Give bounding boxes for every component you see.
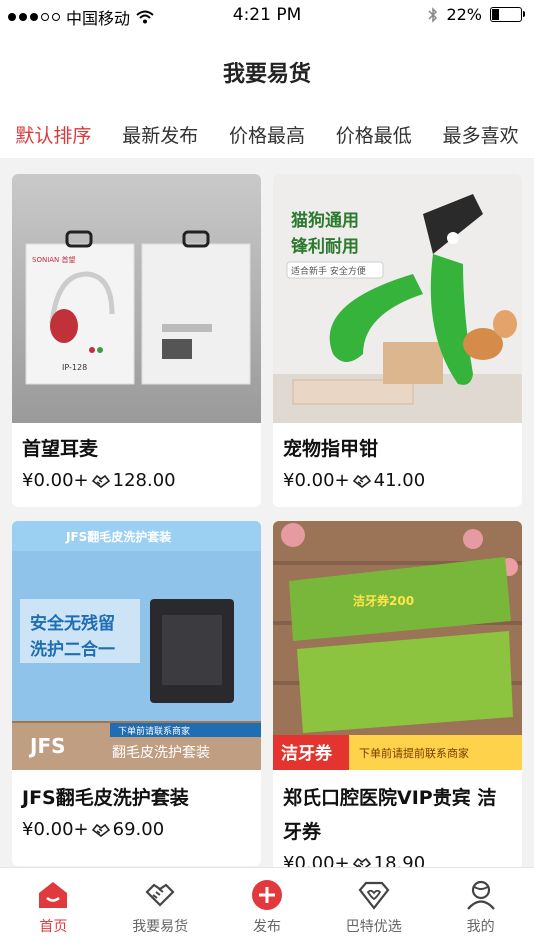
price-value: ¥0.00+: [283, 470, 350, 491]
barter-handshake-icon: [91, 823, 110, 837]
care-kit-subtitle: 翻毛皮洗护套装: [112, 745, 210, 761]
tab-barter-label: 我要易货: [132, 919, 189, 935]
product-price: ¥0.00+ 69.00: [22, 819, 164, 840]
tab-featured[interactable]: 巴特优选: [320, 868, 427, 950]
clipper-tag: 适合新手 安全方便: [291, 265, 366, 277]
barter-handshake-icon: [91, 474, 110, 488]
product-title[interactable]: 宠物指甲钳: [283, 432, 514, 466]
barter-price-value: 69.00: [112, 819, 165, 840]
headset-brand-text: SONIAN 首望: [32, 255, 76, 264]
product-title[interactable]: JFS翻毛皮洗护套装: [22, 781, 253, 815]
coupon-value-text: 洁牙券200: [353, 593, 414, 608]
tab-profile[interactable]: 我的: [427, 868, 534, 950]
product-card[interactable]: SONIAN 首望 IP-128 首望耳麦 ¥0.00+ 128.00: [12, 174, 261, 507]
sort-tab-price-high[interactable]: 价格最高: [229, 121, 305, 148]
sort-tab-price-low[interactable]: 价格最低: [336, 121, 412, 148]
bluetooth-icon: [428, 6, 438, 23]
clipper-headline-1: 猫狗通用: [291, 210, 359, 231]
coupon-ribbon-text: 下单前请提前联系商家: [359, 746, 469, 760]
care-kit-banner: JFS翻毛皮洗护套装: [65, 529, 171, 544]
product-title[interactable]: 郑氏口腔医院VIP贵宾 洁牙券: [283, 781, 514, 849]
tab-barter[interactable]: 我要易货: [107, 868, 214, 950]
bottom-tab-bar: 首页 我要易货 发布 巴特优选 我的: [0, 867, 534, 950]
care-kit-line-1: 安全无残留: [30, 613, 115, 634]
product-image-nail-clipper: 猫狗通用 锋利耐用 适合新手 安全方便: [273, 174, 522, 423]
care-kit-logo: JFS: [28, 734, 66, 758]
product-card[interactable]: 洁牙券200 洁牙券 下单前请提前联系商家 郑氏口腔医院VIP贵宾 洁牙券 ¥0…: [273, 521, 522, 881]
page-title: 我要易货: [222, 62, 311, 87]
user-icon: [466, 880, 495, 910]
product-card[interactable]: 猫狗通用 锋利耐用 适合新手 安全方便 宠物指甲钳 ¥0.00+ 41.00: [273, 174, 522, 507]
sort-tabs: 默认排序 最新发布 价格最高 价格最低 最多喜欢: [0, 110, 534, 158]
tab-publish[interactable]: 发布: [214, 868, 321, 950]
home-icon: [39, 882, 68, 908]
barter-handshake-icon: [352, 474, 371, 488]
sort-tab-newest[interactable]: 最新发布: [122, 121, 198, 148]
battery-percent: 22%: [446, 5, 482, 24]
navigation-bar: 我要易货: [0, 30, 534, 110]
product-image-dental-coupon: 洁牙券200 洁牙券 下单前请提前联系商家: [273, 521, 522, 770]
barter-price-value: 128.00: [112, 470, 176, 491]
heart-gem-icon: [358, 881, 390, 910]
product-image-headset: SONIAN 首望 IP-128: [12, 174, 261, 423]
product-title[interactable]: 首望耳麦: [22, 432, 253, 466]
price-value: ¥0.00+: [22, 819, 89, 840]
clipper-headline-2: 锋利耐用: [291, 236, 359, 257]
tab-profile-label: 我的: [466, 919, 495, 935]
headset-model-text: IP-128: [62, 363, 87, 372]
product-price: ¥0.00+ 41.00: [283, 470, 425, 491]
care-kit-ribbon: 下单前请联系商家: [118, 725, 190, 737]
tab-home[interactable]: 首页: [0, 868, 107, 950]
plus-circle-icon: [251, 880, 282, 910]
tab-home-label: 首页: [39, 919, 68, 935]
product-image-care-kit: JFS翻毛皮洗护套装 安全无残留 洗护二合一 下单前请联系商家 JFS 翻毛皮洗…: [12, 521, 261, 770]
barter-price-value: 41.00: [373, 470, 426, 491]
sort-tab-default[interactable]: 默认排序: [15, 121, 91, 148]
handshake-icon: [145, 883, 175, 907]
product-card[interactable]: JFS翻毛皮洗护套装 安全无残留 洗护二合一 下单前请联系商家 JFS 翻毛皮洗…: [12, 521, 261, 866]
coupon-label-text: 洁牙券: [281, 743, 333, 764]
battery-icon: [490, 7, 525, 22]
care-kit-line-2: 洗护二合一: [30, 639, 115, 660]
price-value: ¥0.00+: [22, 470, 89, 491]
tab-publish-label: 发布: [252, 919, 281, 935]
status-bar: 中国移动 4:21 PM 22%: [0, 0, 534, 30]
sort-tab-most-liked[interactable]: 最多喜欢: [443, 121, 519, 148]
product-price: ¥0.00+ 128.00: [22, 470, 176, 491]
tab-featured-label: 巴特优选: [345, 919, 402, 935]
